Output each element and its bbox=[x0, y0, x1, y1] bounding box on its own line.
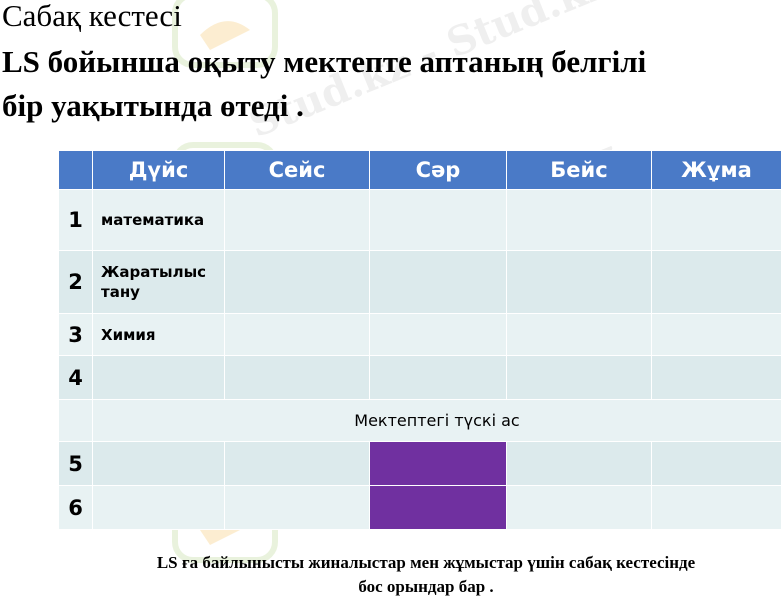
empty-cell bbox=[224, 485, 370, 530]
table-row: 3 Химия bbox=[58, 313, 782, 356]
empty-cell bbox=[651, 250, 782, 314]
footnote-line: бос орындар бар . bbox=[358, 577, 494, 596]
empty-cell bbox=[506, 485, 652, 530]
day-header: Дүйс bbox=[92, 150, 225, 190]
empty-cell bbox=[506, 250, 652, 314]
empty-cell bbox=[58, 399, 93, 442]
empty-cell bbox=[224, 355, 370, 400]
empty-cell bbox=[369, 355, 507, 400]
footnote-line: LS ға байлынысты жиналыстар мен жұмыстар… bbox=[156, 553, 696, 572]
footnote: LS ға байлынысты жиналыстар мен жұмыстар… bbox=[70, 551, 782, 599]
table-row: 2 Жаратылыс тану bbox=[58, 250, 782, 314]
subject-cell: Жаратылыс тану bbox=[92, 250, 225, 314]
day-header: Жұма bbox=[651, 150, 782, 190]
period-number: 1 bbox=[58, 189, 93, 251]
empty-cell bbox=[651, 441, 782, 486]
lunch-row: Мектептегі түскі ас bbox=[58, 399, 782, 442]
subject-cell: Химия bbox=[92, 313, 225, 356]
table-row: 1 математика bbox=[58, 189, 782, 251]
period-number: 4 bbox=[58, 355, 93, 400]
empty-cell bbox=[506, 189, 652, 251]
lunch-label: Мектептегі түскі ас bbox=[92, 399, 782, 442]
empty-cell bbox=[369, 250, 507, 314]
empty-cell bbox=[506, 441, 652, 486]
day-header: Сәр bbox=[369, 150, 507, 190]
empty-cell bbox=[651, 189, 782, 251]
slide-title-line: LS бойынша оқыту мектепте аптаның белгіл… bbox=[2, 44, 647, 79]
subject-cell bbox=[92, 485, 225, 530]
empty-cell bbox=[369, 313, 507, 356]
empty-cell bbox=[506, 355, 652, 400]
corner-cell bbox=[58, 150, 93, 190]
day-header: Бейс bbox=[506, 150, 652, 190]
slide-title: LS бойынша оқыту мектепте аптаның белгіл… bbox=[2, 40, 646, 128]
day-header: Сейс bbox=[224, 150, 370, 190]
subject-cell bbox=[92, 441, 225, 486]
reserved-slot bbox=[369, 441, 507, 486]
empty-cell bbox=[651, 313, 782, 356]
slide-title-line: бір уақытында өтеді . bbox=[2, 88, 304, 123]
empty-cell bbox=[224, 441, 370, 486]
schedule-header-row: Дүйс Сейс Сәр Бейс Жұма bbox=[58, 150, 782, 190]
empty-cell bbox=[651, 485, 782, 530]
table-row: 6 bbox=[58, 485, 782, 530]
table-row: 4 bbox=[58, 355, 782, 400]
empty-cell bbox=[224, 189, 370, 251]
slide-subtitle: Сабақ кестесі bbox=[2, 0, 182, 33]
reserved-slot bbox=[369, 485, 507, 530]
period-number: 5 bbox=[58, 441, 93, 486]
empty-cell bbox=[224, 250, 370, 314]
schedule-table: Дүйс Сейс Сәр Бейс Жұма 1 математика 2 Ж… bbox=[58, 150, 782, 530]
empty-cell bbox=[369, 189, 507, 251]
period-number: 2 bbox=[58, 250, 93, 314]
subject-cell bbox=[92, 355, 225, 400]
empty-cell bbox=[224, 313, 370, 356]
period-number: 6 bbox=[58, 485, 93, 530]
empty-cell bbox=[506, 313, 652, 356]
period-number: 3 bbox=[58, 313, 93, 356]
table-row: 5 bbox=[58, 441, 782, 486]
subject-cell: математика bbox=[92, 189, 225, 251]
empty-cell bbox=[651, 355, 782, 400]
